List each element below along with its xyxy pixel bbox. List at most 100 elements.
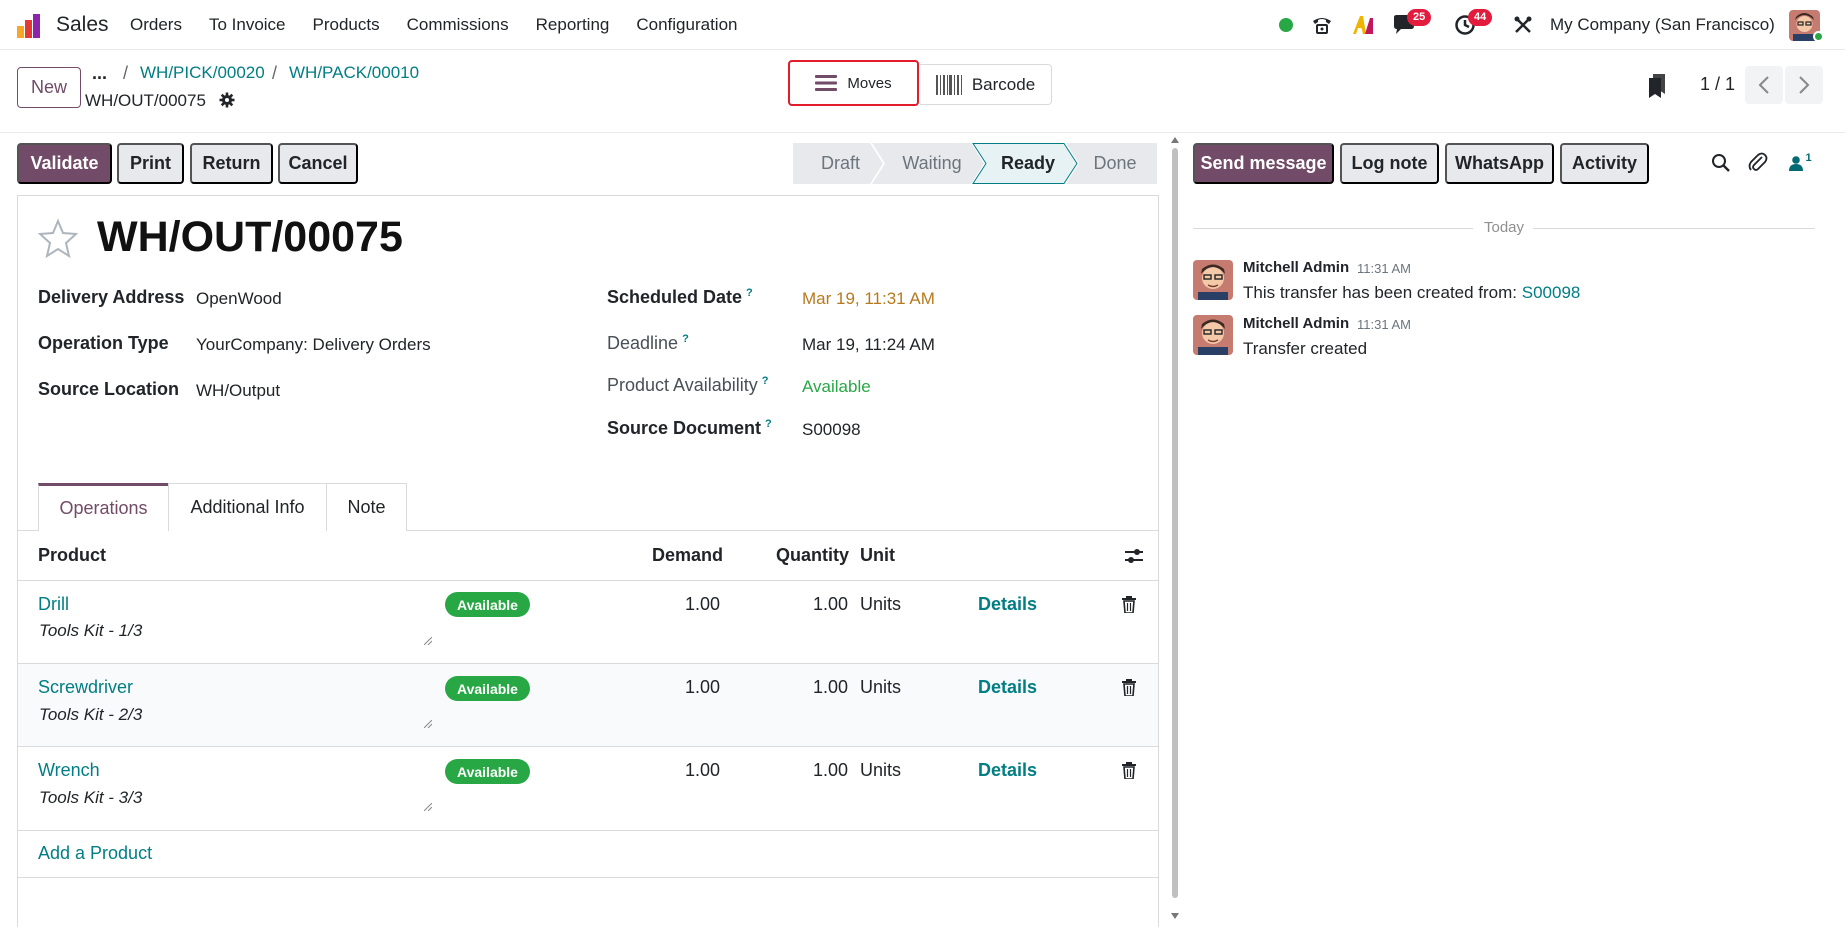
status-online-icon[interactable] [1276, 0, 1296, 50]
unit-cell[interactable]: Units [860, 677, 901, 698]
tab-note[interactable]: Note [326, 483, 407, 531]
product-link[interactable]: Drill [38, 594, 69, 615]
product-description[interactable]: Tools Kit - 2/3 [39, 705, 142, 725]
star-icon[interactable] [38, 218, 78, 258]
paperclip-icon[interactable] [1747, 150, 1769, 176]
stage-done[interactable]: Done [1085, 143, 1145, 184]
validate-button[interactable]: Validate [17, 143, 112, 184]
followers-button[interactable]: 1 [1785, 150, 1815, 176]
breadcrumb-current-record: WH/OUT/00075 [85, 91, 206, 110]
whatsapp-button[interactable]: WhatsApp [1445, 143, 1554, 184]
sales-app-logo-icon[interactable] [15, 12, 43, 40]
help-icon[interactable]: ? [682, 333, 689, 345]
search-icon[interactable] [1710, 150, 1732, 176]
breadcrumb-more-button[interactable]: ... [92, 63, 107, 84]
app-name[interactable]: Sales [56, 13, 109, 37]
menu-commissions[interactable]: Commissions [407, 15, 509, 35]
resize-handle-icon[interactable] [424, 803, 432, 811]
barcode-label: Barcode [971, 74, 1036, 94]
scheduled-date-label: Scheduled Date? [607, 287, 753, 307]
quantity-cell[interactable]: 1.00 [778, 677, 848, 698]
print-button[interactable]: Print [117, 143, 184, 184]
demand-cell[interactable]: 1.00 [650, 677, 720, 698]
log-note-button[interactable]: Log note [1340, 143, 1439, 184]
add-product-link[interactable]: Add a Product [38, 843, 152, 864]
message-author[interactable]: Mitchell Admin [1243, 259, 1349, 276]
trash-icon[interactable] [1122, 679, 1136, 696]
barcode-button[interactable]: Barcode [920, 64, 1052, 105]
column-quantity[interactable]: Quantity [776, 545, 849, 566]
product-link[interactable]: Screwdriver [38, 677, 133, 698]
cancel-button[interactable]: Cancel [278, 143, 358, 184]
quantity-cell[interactable]: 1.00 [778, 594, 848, 615]
resize-handle-icon[interactable] [424, 637, 432, 645]
message-author-avatar[interactable] [1193, 260, 1233, 300]
optional-columns-icon[interactable] [1124, 547, 1144, 565]
ai-icon[interactable] [1350, 0, 1376, 50]
moves-smart-button[interactable]: Moves [788, 60, 919, 106]
operation-type-field[interactable]: YourCompany: Delivery Orders [196, 335, 431, 355]
source-document-link[interactable]: S00098 [1522, 283, 1581, 302]
deadline-field[interactable]: Mar 19, 11:24 AM [802, 335, 935, 355]
delivery-address-field[interactable]: OpenWood [196, 289, 282, 309]
pager-next-button[interactable] [1785, 66, 1823, 104]
bookmark-icon[interactable] [1648, 74, 1666, 98]
send-message-button[interactable]: Send message [1193, 143, 1334, 184]
resize-handle-icon[interactable] [424, 720, 432, 728]
pager-value[interactable]: 1 / 1 [1700, 74, 1735, 95]
column-demand[interactable]: Demand [652, 545, 723, 566]
source-location-field[interactable]: WH/Output [196, 381, 280, 401]
menu-products[interactable]: Products [313, 15, 380, 35]
return-button[interactable]: Return [190, 143, 273, 184]
pager-previous-button[interactable] [1745, 66, 1783, 104]
form-scrollbar[interactable] [1172, 148, 1178, 898]
details-button[interactable]: Details [978, 594, 1037, 615]
stage-ready[interactable]: Ready [993, 143, 1063, 184]
details-button[interactable]: Details [978, 760, 1037, 781]
column-product[interactable]: Product [38, 545, 106, 566]
company-switcher[interactable]: My Company (San Francisco) [1550, 15, 1775, 35]
gear-icon[interactable] [219, 92, 235, 108]
menu-to-invoice[interactable]: To Invoice [209, 15, 286, 35]
quantity-cell[interactable]: 1.00 [778, 760, 848, 781]
notebook-tabs: Operations Additional Info Note [38, 483, 407, 531]
scroll-down-arrow-icon[interactable] [1171, 913, 1179, 919]
menu-configuration[interactable]: Configuration [636, 15, 737, 35]
help-icon[interactable]: ? [746, 287, 753, 299]
menu-reporting[interactable]: Reporting [536, 15, 610, 35]
column-unit[interactable]: Unit [860, 545, 895, 566]
message-author-avatar[interactable] [1193, 315, 1233, 355]
tab-operations[interactable]: Operations [38, 483, 169, 531]
chevron-right-icon [1799, 76, 1810, 94]
unit-cell[interactable]: Units [860, 594, 901, 615]
scheduled-date-field[interactable]: Mar 19, 11:31 AM [802, 289, 935, 309]
message-time: 11:31 AM [1357, 317, 1411, 332]
message-author[interactable]: Mitchell Admin [1243, 315, 1349, 332]
breadcrumb-pack[interactable]: WH/PACK/00010 [289, 63, 419, 83]
details-button[interactable]: Details [978, 677, 1037, 698]
help-icon[interactable]: ? [762, 375, 769, 387]
menu-orders[interactable]: Orders [130, 15, 182, 35]
phone-icon[interactable] [1309, 0, 1335, 50]
source-document-field[interactable]: S00098 [802, 420, 861, 440]
product-link[interactable]: Wrench [38, 760, 100, 781]
breadcrumb-pick[interactable]: WH/PICK/00020 [140, 63, 265, 83]
trash-icon[interactable] [1122, 762, 1136, 779]
activity-button[interactable]: Activity [1560, 143, 1649, 184]
demand-cell[interactable]: 1.00 [650, 594, 720, 615]
debug-tools-icon[interactable] [1510, 0, 1536, 50]
trash-icon[interactable] [1122, 596, 1136, 613]
help-icon[interactable]: ? [765, 418, 772, 430]
demand-cell[interactable]: 1.00 [650, 760, 720, 781]
product-description[interactable]: Tools Kit - 1/3 [39, 621, 142, 641]
stage-draft[interactable]: Draft [813, 143, 868, 184]
product-availability-label: Product Availability? [607, 375, 769, 395]
product-description[interactable]: Tools Kit - 3/3 [39, 788, 142, 808]
source-location-label: Source Location [38, 379, 180, 399]
message-body: Transfer created [1243, 339, 1368, 358]
new-button[interactable]: New [17, 67, 81, 108]
scroll-up-arrow-icon[interactable] [1171, 137, 1179, 143]
unit-cell[interactable]: Units [860, 760, 901, 781]
stage-waiting[interactable]: Waiting [897, 143, 967, 184]
tab-additional-info[interactable]: Additional Info [168, 483, 327, 531]
